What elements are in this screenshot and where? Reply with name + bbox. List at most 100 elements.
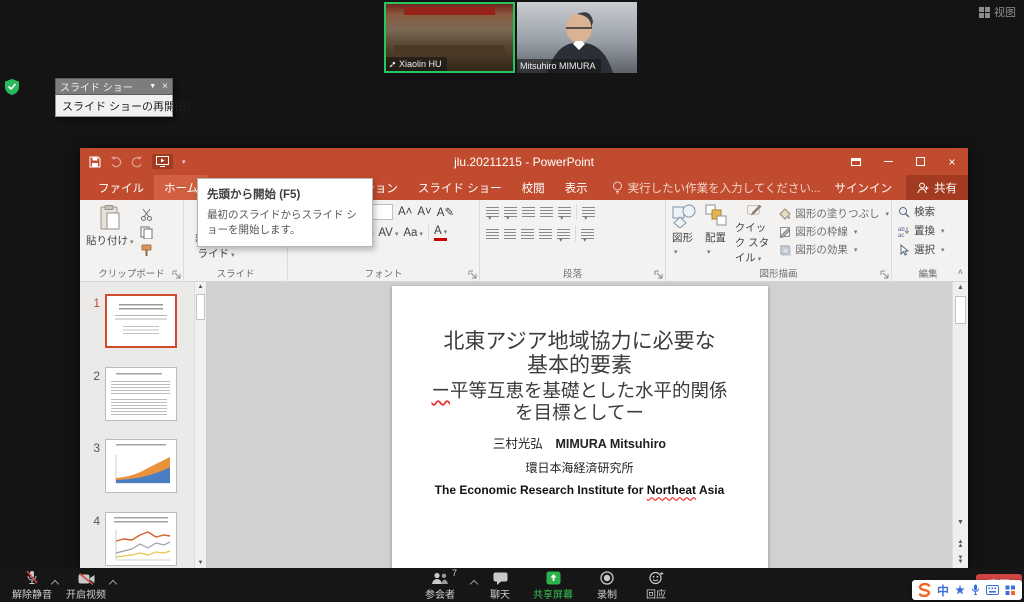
redo-icon[interactable] [131,156,143,168]
tab-review[interactable]: 校閲 [512,175,555,200]
scroll-thumb[interactable] [955,296,966,324]
thumbnail-scroll-thumb[interactable] [196,294,205,320]
sogou-logo-icon[interactable] [918,583,931,597]
align-center-button[interactable] [504,229,516,239]
qat-customize-chevron[interactable]: ▾ [182,158,186,166]
thumbnail-slide-2[interactable]: 2 [80,367,177,421]
scroll-down-icon[interactable]: ▼ [953,519,968,526]
ribbon-display-options-button[interactable] [840,148,872,175]
decrease-font-icon[interactable]: A˅ [417,206,431,218]
thumbnail-scrollbar[interactable]: ▲ ▼ [194,282,206,568]
record-button[interactable]: 录制 [597,570,617,601]
clipboard-small-buttons [140,205,153,265]
font-dialog-launcher[interactable] [468,270,477,279]
clipboard-dialog-launcher[interactable] [172,270,181,279]
reactions-button[interactable]: 回应 [646,570,666,601]
audio-options-chevron[interactable] [52,581,58,587]
close-button[interactable]: × [936,148,968,175]
text-direction-button[interactable] [582,207,595,217]
ime-skin-icon[interactable] [955,585,965,595]
shape-fill-button[interactable]: 図形の塗りつぶし [779,206,889,221]
numbering-button[interactable] [504,207,517,217]
tabbar-right: サインイン 共有 [821,175,969,200]
line-spacing-button[interactable] [558,207,571,217]
start-video-button[interactable]: 开启视频 [66,570,106,601]
window-title: jlu.20211215 - PowerPoint [80,155,968,169]
find-button[interactable]: 検索 [898,204,962,219]
shape-outline-button[interactable]: 図形の枠線 [779,224,889,239]
share-button[interactable]: 共有 [906,175,968,200]
participants-button[interactable]: 7 参会者 [425,570,455,601]
chevron-down-icon[interactable]: ▼ [149,83,156,90]
view-button[interactable]: 视图 [979,4,1016,20]
cut-icon[interactable] [140,208,153,221]
tab-file[interactable]: ファイル [88,175,154,200]
clear-formatting-icon[interactable]: A✎ [437,205,454,219]
collapse-ribbon-chevron[interactable]: ˄ [958,267,963,277]
maximize-button[interactable] [904,148,936,175]
tell-me-search[interactable]: 実行したい作業を入力してください... [612,175,821,200]
slideshow-popup-titlebar[interactable]: スライド ショー ▼ × [55,78,173,95]
unmute-button[interactable]: 解除静音 [12,570,52,601]
save-icon[interactable] [89,156,101,168]
columns-button[interactable] [557,229,570,239]
increase-indent-button[interactable] [540,207,553,217]
resume-slideshow-menu-item[interactable]: スライド ショーの再開(R) [55,95,173,117]
close-icon[interactable]: × [162,81,168,92]
replace-button[interactable]: abac 置換 [898,223,962,238]
thumbnail-slide-3[interactable]: 3 [80,439,177,493]
start-slideshow-qat-button[interactable] [152,154,173,169]
undo-icon[interactable] [110,156,122,168]
thumbnail-4-preview [105,512,177,566]
chat-button[interactable]: 聊天 [490,570,510,601]
previous-slide-button[interactable]: ▲▲ [953,540,968,548]
drawing-dialog-launcher[interactable] [880,270,889,279]
arrange-button[interactable]: 配置 [705,204,728,265]
video-options-chevron[interactable] [110,581,116,587]
ime-toolbox-icon[interactable] [1005,585,1016,596]
next-slide-button[interactable]: ▼▼ [953,556,968,564]
record-icon [600,571,614,585]
font-color-button[interactable]: A [434,226,447,241]
slide-editing-area[interactable]: 北東アジア地域協力に必要な 基本的要素 ー平等互恵を基礎とした水平的関係 を目標… [207,282,952,568]
video-feed-speaker[interactable]: Mitsuhiro MIMURA [517,2,637,73]
bullets-button[interactable] [486,207,499,217]
paste-button[interactable]: 貼り付け [86,205,134,265]
current-slide[interactable]: 北東アジア地域協力に必要な 基本的要素 ー平等互恵を基礎とした水平的関係 を目標… [392,286,768,568]
thumbnail-slide-4[interactable]: 4 [80,512,177,566]
meeting-security-shield-icon[interactable] [5,79,19,95]
thumbnail-scroll-up-icon[interactable]: ▲ [195,284,206,290]
shape-effects-button[interactable]: 図形の効果 [779,242,889,257]
decrease-indent-button[interactable] [522,207,535,217]
shapes-button[interactable]: 図形 [672,204,698,265]
justify-button[interactable] [539,229,552,239]
align-right-button[interactable] [521,229,534,239]
quick-styles-button[interactable]: クイック スタイル [735,204,773,265]
ime-keyboard-icon[interactable] [986,585,999,595]
tab-slideshow[interactable]: スライド ショー [408,175,512,200]
change-case-button[interactable]: Aa [403,227,423,239]
character-spacing-button[interactable]: AV [378,227,398,239]
align-left-button[interactable] [486,229,499,239]
convert-smartart-button[interactable] [581,229,594,239]
minimize-button[interactable] [872,148,904,175]
ime-voice-icon[interactable] [971,584,980,596]
sogou-ime-bar[interactable]: 中 [912,580,1022,600]
ime-chinese-mode-button[interactable]: 中 [937,582,949,599]
scroll-up-icon[interactable]: ▲ [953,284,968,291]
increase-font-icon[interactable]: A˄ [398,206,412,218]
share-screen-button[interactable]: 共享屏幕 [533,570,573,601]
select-button[interactable]: 選択 [898,242,962,257]
sign-in-button[interactable]: サインイン [821,175,907,200]
copy-icon[interactable] [140,226,153,239]
video-feed-room[interactable]: Xiaolin HU [384,2,515,73]
slide-scrollbar[interactable]: ▲ ▼ ▲▲ ▼▼ [952,282,968,568]
thumbnail-scroll-down-icon[interactable]: ▼ [195,560,206,566]
group-paragraph: 段落 [480,200,666,281]
ppt-titlebar[interactable]: ▾ jlu.20211215 - PowerPoint × [80,148,968,175]
paragraph-dialog-launcher[interactable] [654,270,663,279]
participants-options-chevron[interactable] [471,581,477,587]
format-painter-icon[interactable] [140,244,153,257]
thumbnail-slide-1[interactable]: 1 [80,294,177,348]
tab-view[interactable]: 表示 [555,175,598,200]
